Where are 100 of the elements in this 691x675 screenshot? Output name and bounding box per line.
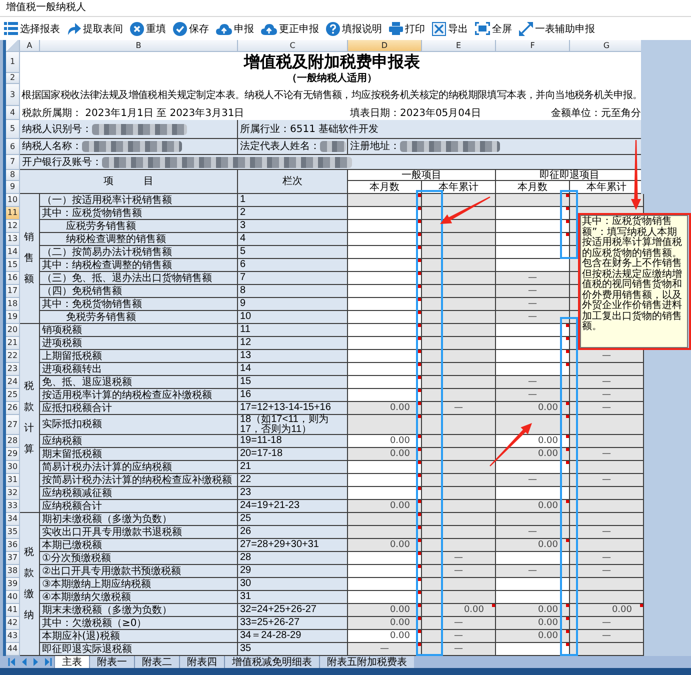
input-cell[interactable] (496, 233, 570, 246)
toolbar-button[interactable]: 全屏 (474, 20, 513, 38)
row-header[interactable]: 35 (6, 526, 20, 539)
row-header[interactable]: 2 (6, 73, 20, 84)
row-header[interactable]: 4 (6, 106, 20, 120)
input-cell[interactable] (496, 363, 570, 376)
input-cell[interactable]: 0.00 (348, 630, 422, 643)
toolbar-button[interactable]: 一表辅助申报 (518, 20, 596, 38)
row-header[interactable]: 5 (6, 120, 20, 139)
input-cell[interactable] (496, 337, 570, 350)
input-cell[interactable] (496, 461, 570, 474)
input-cell[interactable] (348, 207, 422, 220)
column-header[interactable]: B (40, 40, 238, 52)
input-cell[interactable] (348, 591, 422, 604)
column-header[interactable]: E (422, 40, 496, 52)
input-cell[interactable] (348, 259, 422, 272)
row-header[interactable]: 12 (6, 220, 20, 233)
input-cell[interactable] (348, 578, 422, 591)
column-header[interactable]: G (570, 40, 644, 52)
row-header[interactable]: 27 (6, 415, 20, 435)
input-cell[interactable]: 0.00 (348, 435, 422, 448)
input-cell[interactable] (348, 285, 422, 298)
row-header[interactable]: 37 (6, 552, 20, 565)
row-header[interactable]: 24 (6, 376, 20, 389)
sheet-tab[interactable]: 主表 (54, 656, 89, 668)
row-header[interactable]: 16 (6, 272, 20, 285)
column-header[interactable]: F (496, 40, 570, 52)
row-header[interactable]: 43 (6, 630, 20, 643)
row-header[interactable]: 23 (6, 363, 20, 376)
row-header[interactable]: 18 (6, 298, 20, 311)
row-header[interactable]: 28 (6, 435, 20, 448)
sheet-tab[interactable]: 增值税减免明细表 (224, 656, 319, 668)
toolbar-button[interactable]: 重填 (129, 20, 167, 38)
row-header[interactable]: 30 (6, 461, 20, 474)
toolbar-button[interactable]: 保存 (172, 20, 210, 38)
input-cell[interactable] (348, 389, 422, 402)
row-header[interactable]: 32 (6, 487, 20, 500)
toolbar-button[interactable]: 申报 (215, 20, 255, 38)
row-header[interactable]: 21 (6, 337, 20, 350)
sheet-tab[interactable]: 附表四 (179, 656, 224, 668)
input-cell[interactable] (348, 272, 422, 285)
row-header[interactable]: 33 (6, 500, 20, 513)
sheet-tab[interactable]: 附表五附加税费表 (319, 656, 414, 668)
row-header[interactable]: 34 (6, 513, 20, 526)
input-cell[interactable] (496, 643, 570, 656)
toolbar-button[interactable]: 填报说明 (325, 20, 383, 38)
row-header[interactable]: 22 (6, 350, 20, 363)
column-header[interactable]: D (348, 40, 422, 52)
row-header[interactable]: 10 (6, 194, 20, 207)
input-cell[interactable] (348, 350, 422, 363)
input-cell[interactable] (348, 233, 422, 246)
sheet-tab[interactable]: 附表一 (89, 656, 134, 668)
input-cell[interactable] (496, 324, 570, 337)
input-cell[interactable] (496, 487, 570, 500)
input-cell[interactable] (348, 565, 422, 578)
row-header[interactable]: 39 (6, 578, 20, 591)
input-cell[interactable] (348, 363, 422, 376)
row-header[interactable]: 40 (6, 591, 20, 604)
input-cell[interactable] (348, 376, 422, 389)
toolbar-button[interactable]: 更正申报 (260, 20, 320, 38)
input-cell[interactable] (348, 487, 422, 500)
row-header[interactable]: 26 (6, 402, 20, 415)
input-cell[interactable] (496, 578, 570, 591)
row-header[interactable]: 20 (6, 324, 20, 337)
input-cell[interactable] (348, 246, 422, 259)
row-header[interactable]: 36 (6, 539, 20, 552)
input-cell[interactable] (496, 591, 570, 604)
input-cell[interactable] (496, 246, 570, 259)
row-header[interactable]: 14 (6, 246, 20, 259)
input-cell[interactable] (348, 337, 422, 350)
input-cell[interactable] (496, 552, 570, 565)
toolbar-button[interactable]: 选择报表 (3, 20, 61, 38)
input-cell[interactable] (348, 461, 422, 474)
toolbar-button[interactable]: 打印 (388, 20, 426, 38)
input-cell[interactable] (496, 207, 570, 220)
input-cell[interactable] (496, 259, 570, 272)
row-header[interactable]: 11 (6, 207, 20, 220)
input-cell[interactable] (348, 298, 422, 311)
input-cell[interactable] (496, 220, 570, 233)
input-cell[interactable] (348, 311, 422, 324)
row-header[interactable]: 9 (6, 181, 20, 194)
row-header[interactable]: 19 (6, 311, 20, 324)
row-header[interactable]: 8 (6, 170, 20, 181)
row-header[interactable]: 31 (6, 474, 20, 487)
toolbar-button[interactable]: 导出 (431, 20, 469, 38)
input-cell[interactable] (348, 474, 422, 487)
row-header[interactable]: 38 (6, 565, 20, 578)
row-header[interactable]: 17 (6, 285, 20, 298)
input-cell[interactable]: 0.00 (496, 435, 570, 448)
row-header[interactable]: 42 (6, 617, 20, 630)
column-header[interactable]: A (20, 40, 40, 52)
input-cell[interactable] (496, 350, 570, 363)
input-cell[interactable] (348, 324, 422, 337)
input-cell[interactable] (348, 552, 422, 565)
row-header[interactable]: 25 (6, 389, 20, 402)
row-header[interactable]: 3 (6, 84, 20, 106)
row-header[interactable]: 7 (6, 155, 20, 170)
row-header[interactable]: 15 (6, 259, 20, 272)
row-header[interactable]: 6 (6, 139, 20, 155)
toolbar-button[interactable]: 提取表间 (66, 20, 124, 38)
